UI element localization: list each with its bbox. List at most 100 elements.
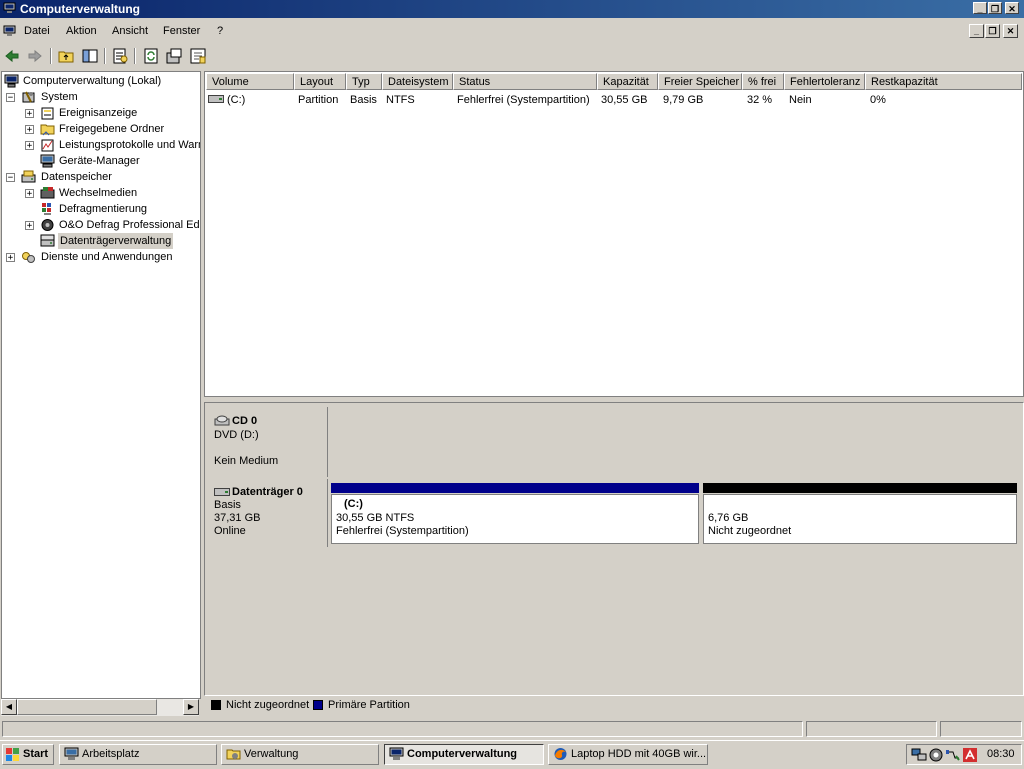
device-manager-icon [40, 154, 55, 168]
menu-aktion[interactable]: Aktion [66, 25, 97, 37]
cell-typ: Basis [350, 94, 377, 106]
start-button[interactable]: Start [2, 744, 54, 765]
tree-label-datentraegerverwaltung: Datenträgerverwaltung [58, 233, 174, 249]
column-header-volume[interactable]: Volume [206, 73, 294, 90]
task-arbeitsplatz[interactable]: Arbeitsplatz [59, 744, 217, 765]
expand-toggle[interactable]: + [25, 189, 34, 199]
volume-icon[interactable] [929, 748, 943, 762]
tree-node-leistungsprotokolle[interactable]: + Leistungsprotokolle und Warn [25, 137, 200, 153]
column-header-prozent-frei[interactable]: % frei [742, 73, 784, 90]
task-label: Arbeitsplatz [82, 748, 140, 760]
close-button[interactable]: ✕ [1005, 2, 1019, 14]
menu-fenster[interactable]: Fenster [163, 25, 200, 37]
disk-info-disk0[interactable]: Datenträger 0 Basis 37,31 GB Online [208, 479, 328, 547]
scroll-left-button[interactable]: ◀ [1, 699, 17, 715]
tree-node-system[interactable]: − System [6, 89, 196, 105]
column-header-restkapazitaet[interactable]: Restkapazität [865, 73, 1022, 90]
column-header-fehlertoleranz[interactable]: Fehlertoleranz [784, 73, 865, 90]
mdi-close-button[interactable]: ✕ [1003, 24, 1018, 38]
console-tree[interactable]: Computerverwaltung (Lokal) − System + Er… [1, 71, 201, 699]
oo-defrag-icon [41, 219, 54, 231]
partition-c-status: Fehlerfrei (Systempartition) [336, 525, 469, 537]
status-bar [0, 719, 1024, 739]
legend-label-primary: Primäre Partition [328, 699, 410, 711]
computer-management-icon [4, 74, 19, 88]
partition-unallocated[interactable]: 6,76 GB Nicht zugeordnet [703, 494, 1017, 544]
column-header-layout[interactable]: Layout [294, 73, 346, 90]
task-laptop-hdd[interactable]: Laptop HDD mit 40GB wir... [548, 744, 708, 765]
window-title-bar[interactable]: Computerverwaltung _ ❐ ✕ [0, 0, 1024, 18]
expand-toggle[interactable]: + [25, 221, 34, 231]
collapse-toggle[interactable]: − [6, 93, 15, 103]
tree-node-geraete-manager[interactable]: Geräte-Manager [25, 153, 197, 169]
disk0-state: Online [214, 525, 246, 537]
partition-c[interactable]: (C:) 30,55 GB NTFS Fehlerfrei (Systempar… [331, 494, 699, 544]
tree-node-ereignisanzeige[interactable]: + Ereignisanzeige [25, 105, 197, 121]
performance-logs-icon [41, 139, 54, 152]
menu-datei[interactable]: Datei [24, 25, 50, 37]
disk-info-cd0[interactable]: CD 0 DVD (D:) Kein Medium [208, 407, 328, 477]
tree-node-oo-defrag[interactable]: + O&O Defrag Professional Edi [25, 217, 200, 233]
tree-label-ereignisanzeige: Ereignisanzeige [59, 107, 138, 119]
tree-label-freigegebene-ordner: Freigegebene Ordner [59, 123, 165, 135]
tree-node-dienste[interactable]: + Dienste und Anwendungen [6, 249, 196, 265]
tree-label-leistungsprotokolle: Leistungsprotokolle und Warn [59, 139, 201, 151]
tree-label-wechselmedien: Wechselmedien [59, 187, 138, 199]
minimize-button[interactable]: _ [973, 2, 987, 14]
cell-status: Fehlerfrei (Systempartition) [457, 94, 590, 106]
child-window-icon[interactable] [3, 25, 16, 37]
mdi-minimize-button[interactable]: _ [969, 24, 984, 38]
scroll-right-button[interactable]: ▶ [183, 699, 199, 715]
tree-node-wechselmedien[interactable]: + Wechselmedien [25, 185, 197, 201]
toolbar [0, 44, 1024, 68]
defragmenter-icon [42, 203, 51, 215]
cell-kapazitaet: 30,55 GB [601, 94, 648, 106]
menu-ansicht[interactable]: Ansicht [112, 25, 148, 37]
cell-prozent-frei: 32 % [747, 94, 773, 106]
column-header-dateisystem[interactable]: Dateisystem [382, 73, 453, 90]
tree-node-datenspeicher[interactable]: − Datenspeicher [6, 169, 196, 185]
clock[interactable]: 08:30 [987, 748, 1015, 760]
disk-graphical-view[interactable]: CD 0 DVD (D:) Kein Medium Datenträger 0 … [204, 402, 1024, 696]
column-header-typ[interactable]: Typ [346, 73, 382, 90]
status-pane-secondary [806, 721, 937, 737]
network-icon[interactable] [911, 748, 927, 762]
help-icon[interactable] [189, 47, 207, 65]
antivirus-icon[interactable] [963, 748, 977, 762]
mdi-restore-button[interactable]: ❐ [985, 24, 1000, 38]
up-folder-icon[interactable] [57, 47, 75, 65]
cd0-empty-area [329, 407, 1021, 477]
scroll-thumb[interactable] [17, 699, 157, 715]
admin-tools-icon [226, 749, 241, 760]
refresh-icon[interactable] [142, 47, 160, 65]
restore-button[interactable]: ❐ [988, 2, 1002, 14]
tree-node-datentraegerverwaltung[interactable]: Datenträgerverwaltung [25, 233, 197, 249]
collapse-toggle[interactable]: − [6, 173, 15, 183]
expand-toggle[interactable]: + [25, 141, 34, 151]
expand-toggle[interactable]: + [25, 125, 34, 135]
disk0-partition-area: (C:) 30,55 GB NTFS Fehlerfrei (Systempar… [329, 479, 1021, 547]
column-header-kapazitaet[interactable]: Kapazität [597, 73, 658, 90]
tree-node-freigegebene-ordner[interactable]: + Freigegebene Ordner [25, 121, 197, 137]
partition-bar-unallocated [703, 483, 1017, 493]
properties-icon[interactable] [111, 47, 129, 65]
tree-node-defragmentierung[interactable]: Defragmentierung [25, 201, 197, 217]
tree-label-system: System [41, 91, 78, 103]
partition-bar-primary [331, 483, 699, 493]
volume-list[interactable]: Volume Layout Typ Dateisystem Status Kap… [204, 71, 1024, 397]
menu-help[interactable]: ? [217, 25, 223, 37]
expand-toggle[interactable]: + [25, 109, 34, 119]
disk0-size: 37,31 GB [214, 512, 261, 524]
tree-horizontal-scrollbar[interactable]: ◀ ▶ [1, 699, 199, 716]
column-header-status[interactable]: Status [453, 73, 597, 90]
firefox-icon [554, 748, 567, 760]
back-arrow-icon[interactable] [3, 47, 21, 65]
expand-toggle[interactable]: + [6, 253, 15, 263]
show-hide-tree-icon[interactable] [81, 47, 99, 65]
task-computerverwaltung[interactable]: Computerverwaltung [384, 744, 544, 765]
forward-arrow-icon[interactable] [26, 47, 44, 65]
column-header-freier-speicher[interactable]: Freier Speicher [658, 73, 742, 90]
export-list-icon[interactable] [165, 47, 183, 65]
hardware-removal-icon[interactable] [945, 748, 961, 762]
task-verwaltung[interactable]: Verwaltung [221, 744, 379, 765]
